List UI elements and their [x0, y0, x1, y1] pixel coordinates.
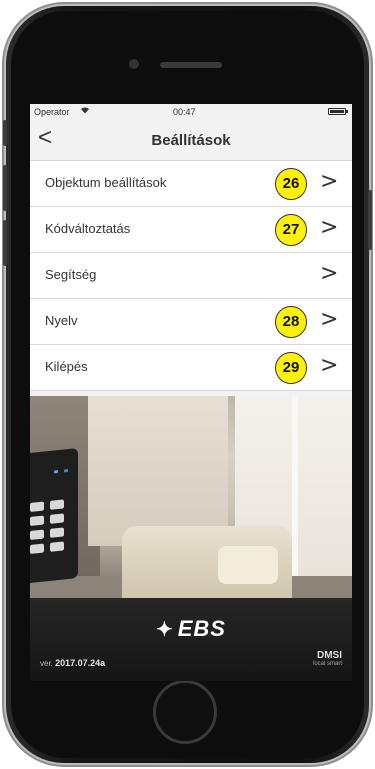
menu-item-object-settings[interactable]: Objektum beállítások 26 >	[30, 161, 352, 207]
menu-item-label: Kilépés	[45, 359, 88, 374]
menu-item-logout[interactable]: Kilépés 29 >	[30, 345, 352, 391]
side-button-silent	[3, 120, 7, 146]
chevron-right-icon: >	[320, 307, 339, 332]
menu-item-label: Segítség	[45, 267, 97, 282]
callout-badge: 26	[275, 168, 307, 200]
menu-item-language[interactable]: Nyelv 28 >	[30, 299, 352, 345]
status-bar: Operator 00:47	[30, 104, 352, 120]
background-photo	[30, 396, 352, 598]
ebs-logo: ✦ EBS	[155, 616, 226, 641]
front-camera-icon	[129, 59, 139, 69]
callout-badge: 29	[275, 352, 307, 384]
battery-icon	[328, 108, 348, 115]
menu-item-label: Objektum beállítások	[45, 175, 167, 190]
side-button-volume-down	[3, 220, 7, 266]
status-time: 00:47	[173, 107, 196, 117]
app-footer: ✦ EBS ver. 2017.07.24a DMSI local smart	[30, 598, 352, 681]
side-button-power	[368, 190, 372, 250]
menu-item-code-change[interactable]: Kódváltoztatás 27 >	[30, 207, 352, 253]
wifi-icon	[80, 106, 90, 116]
settings-list: Objektum beállítások 26 > Kódváltoztatás…	[30, 161, 352, 391]
side-button-volume-up	[3, 165, 7, 211]
page-title: Beállítások	[151, 132, 231, 149]
callout-badge: 27	[275, 214, 307, 246]
navigation-bar: < Beállítások	[30, 120, 352, 161]
menu-item-label: Kódváltoztatás	[45, 221, 131, 236]
chevron-right-icon: >	[320, 353, 339, 378]
home-button[interactable]	[153, 680, 217, 744]
carrier-label: Operator	[34, 107, 70, 117]
chevron-right-icon: >	[320, 261, 339, 286]
version-label: ver. 2017.07.24a	[40, 658, 106, 668]
chevron-right-icon: >	[320, 215, 339, 240]
callout-badge: 28	[275, 306, 307, 338]
app-screen: Operator 00:47 < Beállítások Objektum be…	[30, 104, 352, 681]
alarm-keypad-image	[30, 447, 78, 585]
chevron-right-icon: >	[320, 169, 339, 194]
menu-item-help[interactable]: Segítség >	[30, 253, 352, 299]
ebs-logo-icon: ✦	[155, 619, 174, 641]
earpiece-speaker	[160, 62, 222, 68]
menu-item-label: Nyelv	[45, 313, 78, 328]
dmsi-logo: DMSI local smart	[312, 650, 342, 667]
